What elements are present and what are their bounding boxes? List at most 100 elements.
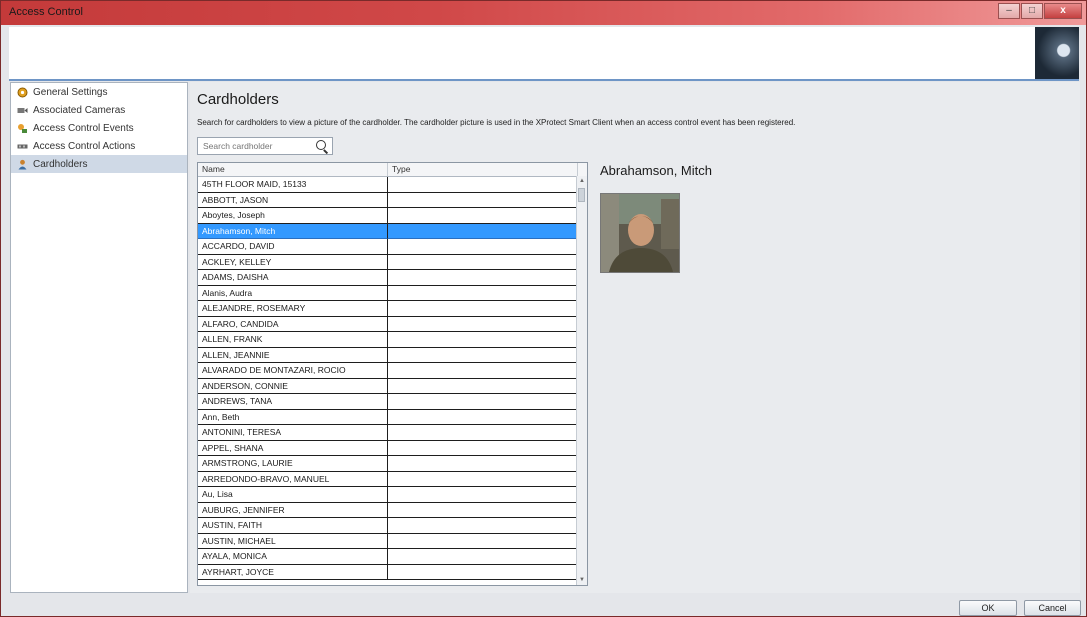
- header-banner: [9, 27, 1079, 81]
- close-button[interactable]: x: [1044, 3, 1082, 19]
- cardholder-type-cell: [388, 285, 578, 301]
- sidebar-item-cardholders[interactable]: Cardholders: [11, 155, 187, 173]
- cardholder-name-cell: ALLEN, JEANNIE: [198, 347, 388, 363]
- sidebar-item-associated-cameras[interactable]: Associated Cameras: [11, 101, 187, 119]
- cardholder-name-cell: ANDERSON, CONNIE: [198, 378, 388, 394]
- sidebar-item-access-control-actions[interactable]: Access Control Actions: [11, 137, 187, 155]
- cardholder-type-cell: [388, 239, 578, 255]
- cardholder-name-cell: APPEL, SHANA: [198, 440, 388, 456]
- minimize-button[interactable]: –: [998, 3, 1020, 19]
- cancel-button[interactable]: Cancel: [1024, 600, 1081, 616]
- cardholders-panel: Cardholders Search for cardholders to vi…: [190, 82, 1080, 593]
- table-row[interactable]: Ann, Beth: [198, 409, 587, 425]
- scroll-up-icon[interactable]: ▲: [577, 176, 587, 186]
- table-row[interactable]: ARREDONDO-BRAVO, MANUEL: [198, 471, 587, 487]
- table-row[interactable]: AYALA, MONICA: [198, 549, 587, 565]
- cardholder-name-cell: AUSTIN, FAITH: [198, 518, 388, 534]
- grid-header: Name Type: [198, 163, 587, 177]
- cardholder-name-cell: AYRHART, JOYCE: [198, 564, 388, 580]
- window-controls: – □ x: [997, 3, 1082, 19]
- table-row[interactable]: ALEJANDRE, ROSEMARY: [198, 301, 587, 317]
- cardholder-name-cell: ACKLEY, KELLEY: [198, 254, 388, 270]
- cardholder-name-cell: ANDREWS, TANA: [198, 394, 388, 410]
- grid-scrollbar[interactable]: ▲ ▼: [576, 176, 587, 585]
- cardholder-type-cell: [388, 363, 578, 379]
- table-row[interactable]: ALLEN, JEANNIE: [198, 347, 587, 363]
- cardholder-type-cell: [388, 471, 578, 487]
- cardholder-name-cell: Abrahamson, Mitch: [198, 223, 388, 239]
- cardholder-type-cell: [388, 502, 578, 518]
- grid-body: 45TH FLOOR MAID, 15133 ABBOTT, JASON Aboyt…: [198, 177, 587, 580]
- cardholder-name-cell: 45TH FLOOR MAID, 15133: [198, 177, 388, 193]
- cardholder-name-cell: AUSTIN, MICHAEL: [198, 533, 388, 549]
- sidebar-item-label: Access Control Events: [33, 122, 134, 134]
- table-row[interactable]: ADAMS, DAISHA: [198, 270, 587, 286]
- table-row[interactable]: Abrahamson, Mitch: [198, 223, 587, 239]
- cardholder-type-cell: [388, 301, 578, 317]
- cardholder-name-cell: ALFARO, CANDIDA: [198, 316, 388, 332]
- cardholder-type-cell: [388, 564, 578, 580]
- cardholder-name-cell: AYALA, MONICA: [198, 549, 388, 565]
- scroll-down-icon[interactable]: ▼: [577, 575, 587, 585]
- cardholder-type-cell: [388, 456, 578, 472]
- table-row[interactable]: ACCARDO, DAVID: [198, 239, 587, 255]
- cardholder-type-cell: [388, 347, 578, 363]
- cardholder-type-cell: [388, 332, 578, 348]
- table-row[interactable]: APPEL, SHANA: [198, 440, 587, 456]
- cardholder-type-cell: [388, 394, 578, 410]
- cardholder-name-cell: ALVARADO DE MONTAZARI, ROCIO: [198, 363, 388, 379]
- table-row[interactable]: ANDERSON, CONNIE: [198, 378, 587, 394]
- cardholder-photo: [600, 193, 680, 273]
- cardholder-name-cell: Alanis, Audra: [198, 285, 388, 301]
- table-row[interactable]: Au, Lisa: [198, 487, 587, 503]
- actions-icon: [16, 140, 28, 152]
- table-row[interactable]: ANTONINI, TERESA: [198, 425, 587, 441]
- ok-button[interactable]: OK: [959, 600, 1017, 616]
- cardholder-type-cell: [388, 425, 578, 441]
- sidebar-item-label: General Settings: [33, 86, 108, 98]
- cardholder-type-cell: [388, 549, 578, 565]
- cardholder-name-cell: Aboytes, Joseph: [198, 208, 388, 224]
- maximize-button[interactable]: □: [1021, 3, 1043, 19]
- table-row[interactable]: ABBOTT, JASON: [198, 192, 587, 208]
- table-row[interactable]: AUSTIN, MICHAEL: [198, 533, 587, 549]
- table-row[interactable]: ANDREWS, TANA: [198, 394, 587, 410]
- table-row[interactable]: ACKLEY, KELLEY: [198, 254, 587, 270]
- cardholder-type-cell: [388, 409, 578, 425]
- cardholder-type-cell: [388, 518, 578, 534]
- sidebar-item-access-control-events[interactable]: Access Control Events: [11, 119, 187, 137]
- title-bar[interactable]: Access Control – □ x: [1, 1, 1086, 25]
- cardholder-name-cell: ACCARDO, DAVID: [198, 239, 388, 255]
- cardholder-name-cell: ARREDONDO-BRAVO, MANUEL: [198, 471, 388, 487]
- table-row[interactable]: Aboytes, Joseph: [198, 208, 587, 224]
- cardholder-type-cell: [388, 177, 578, 193]
- cardholder-type-cell: [388, 254, 578, 270]
- table-row[interactable]: AYRHART, JOYCE: [198, 564, 587, 580]
- cardholder-name-cell: ARMSTRONG, LAURIE: [198, 456, 388, 472]
- cardholder-name-cell: ALEJANDRE, ROSEMARY: [198, 301, 388, 317]
- table-row[interactable]: ALFARO, CANDIDA: [198, 316, 587, 332]
- table-row[interactable]: ALVARADO DE MONTAZARI, ROCIO: [198, 363, 587, 379]
- table-row[interactable]: AUSTIN, FAITH: [198, 518, 587, 534]
- table-row[interactable]: ARMSTRONG, LAURIE: [198, 456, 587, 472]
- sidebar-item-general-settings[interactable]: General Settings: [11, 83, 187, 101]
- search-icon[interactable]: [316, 140, 326, 150]
- cardholder-name-cell: ANTONINI, TERESA: [198, 425, 388, 441]
- table-row[interactable]: 45TH FLOOR MAID, 15133: [198, 177, 587, 193]
- cardholder-name-cell: ABBOTT, JASON: [198, 192, 388, 208]
- cardholder-name-cell: ADAMS, DAISHA: [198, 270, 388, 286]
- settings-icon: [16, 86, 28, 98]
- search-input[interactable]: [198, 138, 313, 154]
- camera-icon: [16, 104, 28, 116]
- scroll-thumb[interactable]: [578, 188, 585, 202]
- access-control-window: Access Control – □ x General Settings As…: [0, 0, 1087, 617]
- cardholder-type-cell: [388, 270, 578, 286]
- cardholder-type-cell: [388, 316, 578, 332]
- table-row[interactable]: Alanis, Audra: [198, 285, 587, 301]
- table-row[interactable]: AUBURG, JENNIFER: [198, 502, 587, 518]
- sidebar: General Settings Associated Cameras Acce…: [10, 82, 188, 593]
- column-header-name[interactable]: Name: [198, 163, 388, 176]
- table-row[interactable]: ALLEN, FRANK: [198, 332, 587, 348]
- window-title: Access Control: [9, 6, 83, 18]
- column-header-type[interactable]: Type: [388, 163, 578, 176]
